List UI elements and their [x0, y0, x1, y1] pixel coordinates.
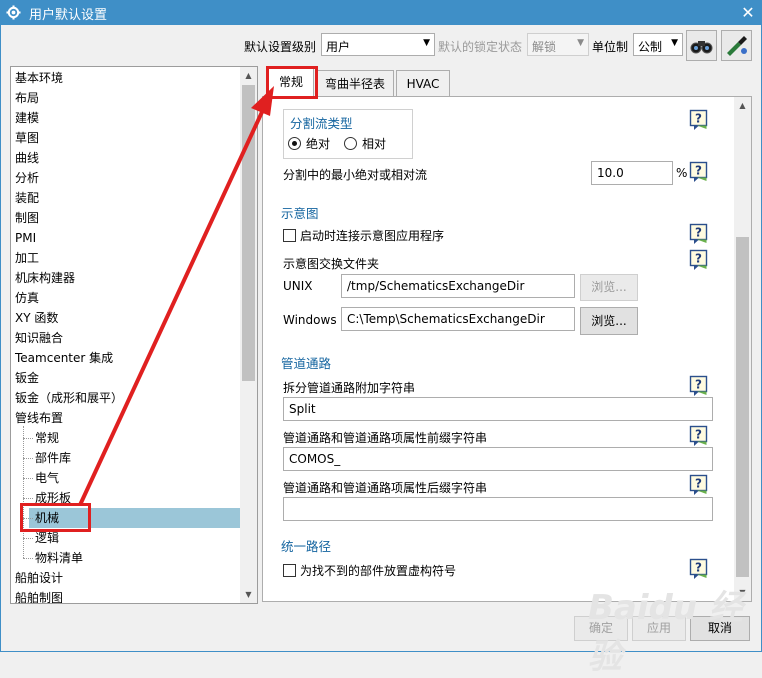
annotation-arrow — [78, 86, 274, 506]
